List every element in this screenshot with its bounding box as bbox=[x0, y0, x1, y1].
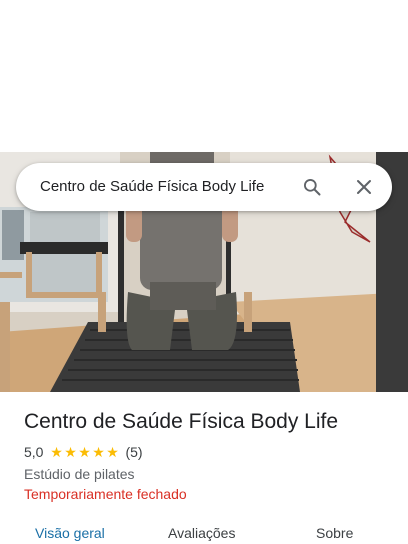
status-badge: Temporariamente fechado bbox=[24, 486, 187, 502]
star-icon: ★ bbox=[64, 444, 77, 460]
search-icon[interactable] bbox=[300, 175, 324, 199]
tab-reviews[interactable]: Avaliações bbox=[168, 518, 235, 544]
rating-stars: ★ ★ ★ ★ ★ bbox=[49, 443, 119, 461]
tab-overview[interactable]: Visão geral bbox=[35, 518, 105, 544]
search-bar[interactable]: Centro de Saúde Física Body Life bbox=[16, 163, 392, 211]
place-info: Centro de Saúde Física Body Life 5,0 ★ ★… bbox=[24, 406, 394, 503]
place-title: Centro de Saúde Física Body Life bbox=[24, 410, 339, 433]
rating-value: 5,0 bbox=[24, 444, 44, 460]
review-count[interactable]: (5) bbox=[125, 444, 142, 460]
close-icon[interactable] bbox=[352, 175, 376, 199]
star-icon: ★ bbox=[78, 444, 91, 460]
tab-bar: Visão geral Avaliações Sobre bbox=[0, 518, 408, 544]
place-category: Estúdio de pilates bbox=[24, 466, 135, 482]
rating-row[interactable]: 5,0 ★ ★ ★ ★ ★ (5) bbox=[24, 443, 394, 461]
tab-about[interactable]: Sobre bbox=[316, 518, 353, 544]
star-icon: ★ bbox=[50, 444, 63, 460]
star-icon: ★ bbox=[106, 444, 119, 460]
star-icon: ★ bbox=[92, 444, 105, 460]
search-input[interactable]: Centro de Saúde Física Body Life bbox=[40, 163, 264, 211]
blank-area bbox=[0, 0, 408, 152]
